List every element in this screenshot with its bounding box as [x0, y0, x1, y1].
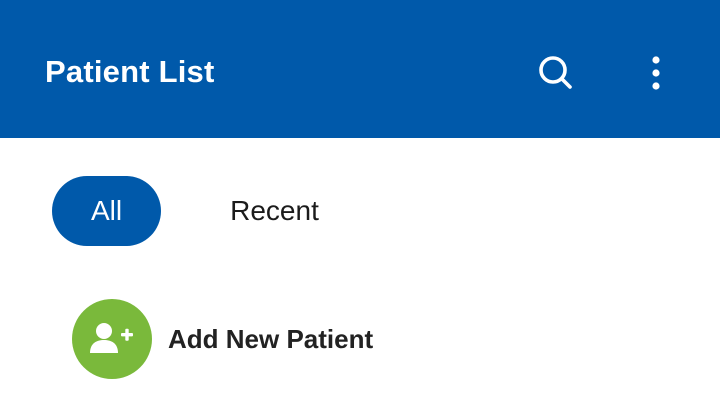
- tab-all[interactable]: All: [52, 176, 161, 246]
- tab-recent[interactable]: Recent: [202, 176, 347, 246]
- page-title: Patient List: [45, 54, 215, 89]
- more-vert-icon: [652, 56, 660, 90]
- add-new-patient-label: Add New Patient: [168, 324, 374, 354]
- add-new-patient-button[interactable]: Add New Patient: [72, 299, 492, 379]
- add-person-icon: [90, 323, 133, 353]
- add-patient-avatar: [72, 299, 152, 379]
- search-button[interactable]: [532, 49, 580, 97]
- search-icon: [539, 56, 572, 89]
- app-bar: Patient List: [0, 0, 720, 138]
- more-options-button[interactable]: [632, 49, 680, 97]
